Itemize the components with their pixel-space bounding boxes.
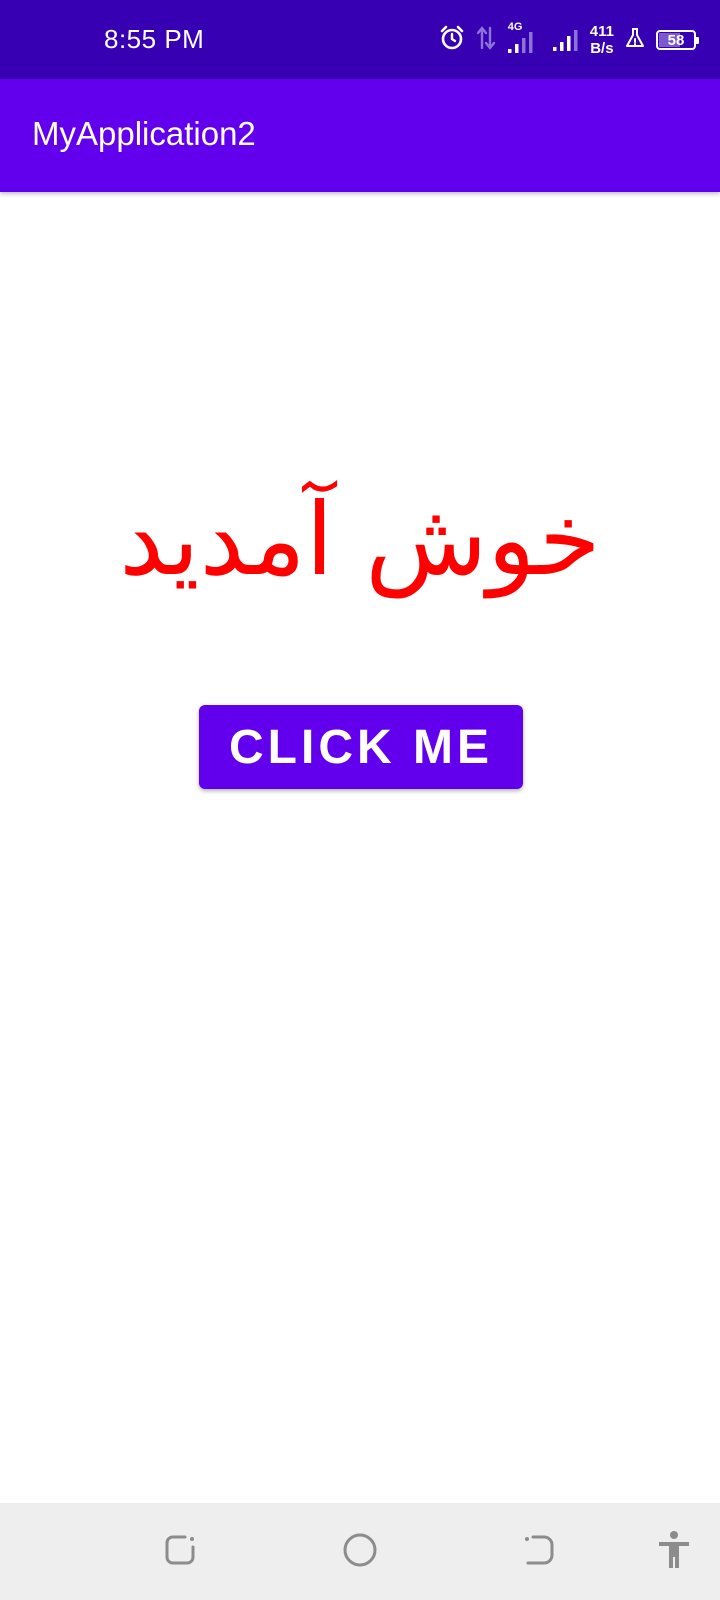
back-icon bbox=[522, 1533, 556, 1572]
net-speed-unit: B/s bbox=[590, 40, 614, 57]
recents-button[interactable] bbox=[158, 1530, 202, 1574]
navigation-bar bbox=[0, 1503, 720, 1600]
accessibility-icon bbox=[656, 1530, 692, 1575]
status-bar: 8:55 PM 4G 411 B/s 58 bbox=[0, 0, 720, 79]
back-button[interactable] bbox=[517, 1530, 561, 1574]
click-me-button[interactable]: CLICK ME bbox=[199, 705, 523, 789]
app-bar: MyApplication2 bbox=[0, 79, 720, 192]
net-speed: 411 B/s bbox=[590, 23, 614, 57]
home-button[interactable] bbox=[338, 1530, 382, 1574]
signal-strength-icon: 4G bbox=[506, 21, 542, 55]
data-transfer-icon bbox=[476, 24, 496, 57]
recents-icon bbox=[163, 1533, 197, 1572]
status-time: 8:55 PM bbox=[104, 24, 205, 54]
signal-strength-icon-2 bbox=[552, 23, 580, 58]
screen: 8:55 PM 4G 411 B/s 58 MyApplication2 خوش… bbox=[0, 0, 720, 1600]
battery-icon: 58 bbox=[656, 30, 699, 50]
lab-flask-icon bbox=[624, 26, 646, 55]
net-speed-value: 411 bbox=[589, 23, 614, 40]
alarm-icon bbox=[438, 24, 466, 57]
home-icon bbox=[342, 1532, 378, 1573]
accessibility-button[interactable] bbox=[652, 1530, 696, 1574]
welcome-text: خوش آمدید bbox=[119, 481, 601, 598]
battery-level: 58 bbox=[667, 31, 685, 49]
app-title: MyApplication2 bbox=[32, 115, 256, 152]
status-icons: 4G 411 B/s 58 bbox=[438, 18, 699, 62]
